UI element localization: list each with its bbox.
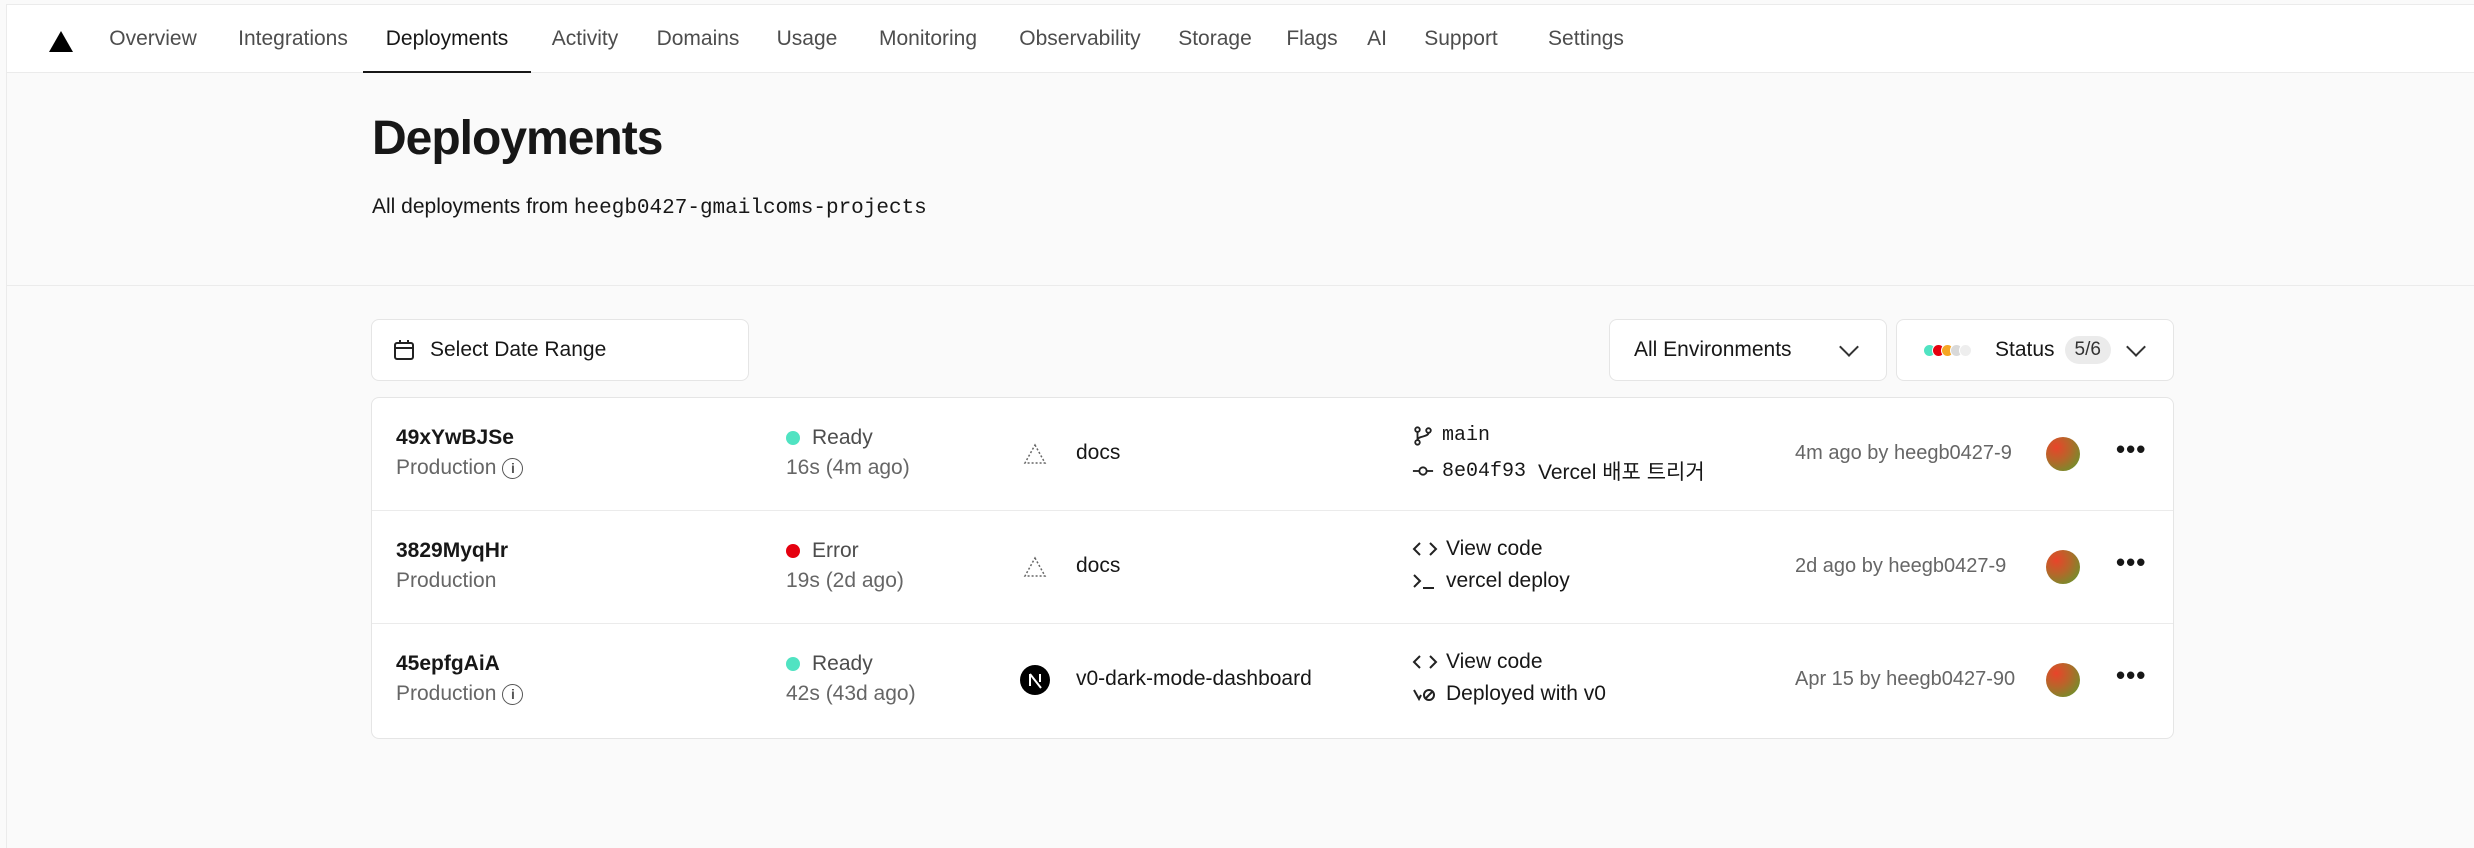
deploy-source: Deployed with v0: [1412, 682, 1606, 706]
table-row[interactable]: 45epfgAiA Production i Ready 42s (43d ag…: [372, 624, 2173, 737]
deployment-status: Error: [786, 539, 859, 563]
deployments-table: 49xYwBJSe Production i Ready 16s (4m ago…: [371, 397, 2174, 739]
commit-hash: 8e04f93: [1442, 459, 1527, 483]
table-row[interactable]: 3829MyqHr Production Error 19s (2d ago) …: [372, 511, 2173, 624]
project-slug: heegb0427-gmailcoms-projects: [573, 197, 927, 220]
project-name[interactable]: docs: [1076, 554, 1120, 578]
terminal-icon: [1412, 570, 1438, 592]
branch-name: main: [1442, 424, 1491, 447]
tab-overview[interactable]: Overview: [97, 5, 209, 73]
project-name[interactable]: docs: [1076, 441, 1120, 465]
tab-activity[interactable]: Activity: [537, 5, 633, 73]
deployment-duration: 16s (4m ago): [786, 456, 910, 479]
status-dot: [786, 431, 800, 445]
deployment-duration: 19s (2d ago): [786, 569, 904, 592]
chevron-down-icon: [2126, 337, 2146, 357]
tab-domains[interactable]: Domains: [643, 5, 753, 73]
chevron-down-icon: [1839, 337, 1859, 357]
deployment-id[interactable]: 3829MyqHr: [396, 539, 508, 563]
page-header: Deployments All deployments from heegb04…: [7, 73, 2474, 286]
nextjs-icon: [1020, 665, 1050, 695]
tab-support[interactable]: Support: [1413, 5, 1509, 73]
view-code-link[interactable]: View code: [1412, 650, 1543, 674]
info-icon[interactable]: i: [502, 457, 524, 479]
tab-observability[interactable]: Observability: [1005, 5, 1155, 73]
deploy-source: vercel deploy: [1412, 569, 1570, 593]
status-dot: [786, 544, 800, 558]
source-branch[interactable]: main: [1412, 424, 1490, 447]
commit-message: Vercel 배포 트리거: [1538, 461, 1705, 484]
more-options-icon[interactable]: •••: [2116, 434, 2146, 465]
tab-deployments[interactable]: Deployments: [363, 5, 531, 74]
app-frame: Overview Integrations Deployments Activi…: [6, 4, 2474, 848]
deployment-status: Ready: [786, 652, 873, 676]
project-name[interactable]: v0-dark-mode-dashboard: [1076, 667, 1312, 691]
page-title: Deployments: [372, 112, 663, 165]
environment-label: Production: [396, 569, 497, 592]
git-branch-icon: [1412, 425, 1434, 447]
vercel-triangle-outline-icon: [1020, 439, 1050, 469]
status-text: Ready: [812, 426, 873, 449]
deployment-duration: 42s (43d ago): [786, 682, 916, 705]
subtitle-prefix: All deployments from: [372, 195, 569, 218]
deployment-meta: 4m ago by heegb0427-9: [1795, 442, 2012, 464]
deployment-meta: Apr 15 by heegb0427-90: [1795, 668, 2016, 690]
vercel-logo-icon[interactable]: [49, 31, 73, 52]
page-subtitle: All deployments from heegb0427-gmailcoms…: [372, 195, 927, 220]
deployment-id[interactable]: 45epfgAiA: [396, 652, 500, 676]
table-row[interactable]: 49xYwBJSe Production i Ready 16s (4m ago…: [372, 398, 2173, 511]
status-count-badge: 5/6: [2064, 336, 2111, 364]
avatar[interactable]: [2046, 550, 2080, 584]
date-range-label: Select Date Range: [430, 338, 607, 361]
status-dots-icon: [1923, 342, 1983, 358]
status-text: Ready: [812, 652, 873, 675]
environment-label: All Environments: [1634, 338, 1792, 361]
code-icon: [1412, 651, 1438, 673]
avatar[interactable]: [2046, 437, 2080, 471]
status-text: Error: [812, 539, 859, 562]
tab-settings[interactable]: Settings: [1531, 5, 1641, 73]
git-commit-icon: [1412, 460, 1434, 482]
tab-usage[interactable]: Usage: [767, 5, 847, 73]
environment-select[interactable]: All Environments: [1609, 319, 1887, 381]
date-range-button[interactable]: Select Date Range: [371, 319, 749, 381]
view-code-label: View code: [1446, 650, 1543, 673]
v0-icon: [1412, 683, 1438, 705]
deployment-environment: Production i: [396, 456, 524, 480]
code-icon: [1412, 538, 1438, 560]
tab-monitoring[interactable]: Monitoring: [863, 5, 993, 73]
tab-flags[interactable]: Flags: [1277, 5, 1347, 73]
tab-ai[interactable]: AI: [1359, 5, 1395, 73]
deployment-status: Ready: [786, 426, 873, 450]
deployment-environment: Production: [396, 569, 496, 593]
more-options-icon[interactable]: •••: [2116, 660, 2146, 691]
source-commit[interactable]: 8e04f93 Vercel 배포 트리거: [1412, 456, 1705, 486]
status-label: Status: [1995, 338, 2055, 361]
deployment-id[interactable]: 49xYwBJSe: [396, 426, 514, 450]
view-code-link[interactable]: View code: [1412, 537, 1543, 561]
view-code-label: View code: [1446, 537, 1543, 560]
status-dot: [786, 657, 800, 671]
tab-integrations[interactable]: Integrations: [223, 5, 363, 73]
deploy-source-label: vercel deploy: [1446, 569, 1570, 592]
status-filter[interactable]: Status 5/6: [1896, 319, 2174, 381]
deploy-source-label: Deployed with v0: [1446, 682, 1606, 705]
info-icon[interactable]: i: [502, 683, 524, 705]
vercel-triangle-outline-icon: [1020, 552, 1050, 582]
deployment-environment: Production i: [396, 682, 524, 706]
deployment-meta: 2d ago by heegb0427-9: [1795, 555, 2007, 577]
more-options-icon[interactable]: •••: [2116, 547, 2146, 578]
top-nav: Overview Integrations Deployments Activi…: [7, 5, 2474, 74]
environment-label: Production: [396, 456, 497, 479]
tab-storage[interactable]: Storage: [1167, 5, 1263, 73]
environment-label: Production: [396, 682, 497, 705]
calendar-icon: [392, 338, 416, 362]
avatar[interactable]: [2046, 663, 2080, 697]
